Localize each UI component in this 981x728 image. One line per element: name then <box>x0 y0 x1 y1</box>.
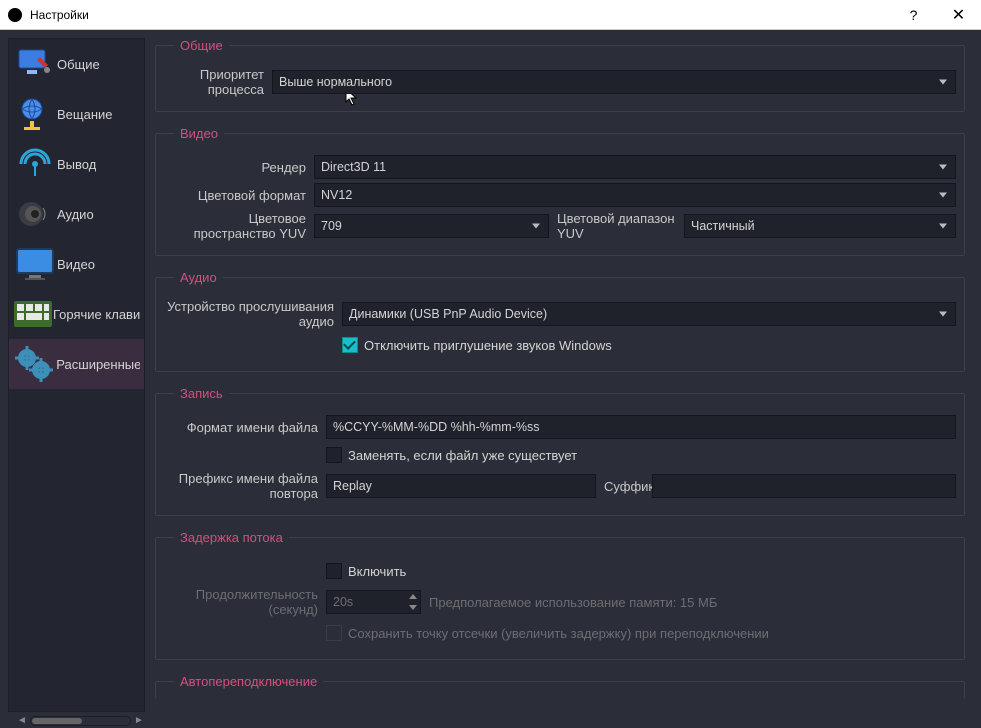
sidebar-item-label: Вещание <box>57 107 113 122</box>
audio-device-label: Устройство прослушивания аудио <box>164 299 342 329</box>
replay-suffix-input[interactable] <box>652 474 956 498</box>
colorformat-label: Цветовой формат <box>164 188 314 203</box>
replay-suffix-label: Суффикс <box>596 479 652 494</box>
renderer-label: Рендер <box>164 160 314 175</box>
help-button[interactable]: ? <box>891 0 936 30</box>
group-stream-delay: Задержка потока Включить Продолжительнос… <box>155 530 965 660</box>
delay-enable-checkbox[interactable]: Включить <box>326 563 956 579</box>
group-autoreconnect: Автопереподключение <box>155 674 965 699</box>
keyboard-icon <box>13 292 53 336</box>
group-legend: Общие <box>174 38 229 53</box>
sidebar-hscrollbar[interactable]: ◄ ► <box>8 714 145 728</box>
replay-prefix-input[interactable] <box>326 474 596 498</box>
delay-preserve-checkbox: Сохранить точку отсечки (увеличить задер… <box>326 625 956 641</box>
sidebar-item-general[interactable]: Общие <box>9 39 144 89</box>
sidebar-item-video[interactable]: Видео <box>9 239 144 289</box>
scroll-left-icon[interactable]: ◄ <box>16 715 28 727</box>
globe-icon <box>13 92 57 136</box>
colorspace-select[interactable]: 709 <box>314 214 549 238</box>
content-pane: Общие Приоритет процесса Выше нормальног… <box>145 30 981 728</box>
monitor-wrench-icon <box>13 42 57 86</box>
sidebar-item-stream[interactable]: Вещание <box>9 89 144 139</box>
group-video: Видео Рендер Direct3D 11 Цветовой формат… <box>155 126 965 256</box>
disable-ducking-checkbox[interactable]: Отключить приглушение звуков Windows <box>342 337 956 353</box>
audio-device-select[interactable]: Динамики (USB PnP Audio Device) <box>342 302 956 326</box>
replay-prefix-label: Префикс имени файла повтора <box>164 471 326 501</box>
delay-duration-label: Продолжительность (секунд) <box>164 587 326 617</box>
overwrite-checkbox[interactable]: Заменять, если файл уже существует <box>326 447 956 463</box>
sidebar-item-label: Общие <box>57 57 100 72</box>
group-legend: Задержка потока <box>174 530 289 545</box>
window-title: Настройки <box>30 8 891 22</box>
monitor-icon <box>13 242 57 286</box>
group-general: Общие Приоритет процесса Выше нормальног… <box>155 38 965 112</box>
checkbox-icon <box>342 337 358 353</box>
priority-select[interactable]: Выше нормального <box>272 70 956 94</box>
checkbox-icon <box>326 447 342 463</box>
group-legend: Запись <box>174 386 229 401</box>
delay-memory-label: Предполагаемое использование памяти: 15 … <box>421 595 956 610</box>
gears-icon <box>13 342 56 386</box>
sidebar-item-label: Аудио <box>57 207 94 222</box>
colorspace-label: Цветовое пространство YUV <box>164 211 314 241</box>
sidebar: Общие Вещание Вывод Аудио <box>0 30 145 728</box>
sidebar-item-label: Горячие клавиши <box>53 307 140 322</box>
colorrange-select[interactable]: Частичный <box>684 214 956 238</box>
sidebar-item-output[interactable]: Вывод <box>9 139 144 189</box>
checkbox-label: Включить <box>348 564 406 579</box>
colorformat-select[interactable]: NV12 <box>314 183 956 207</box>
group-legend: Автопереподключение <box>174 674 323 689</box>
checkbox-label: Отключить приглушение звуков Windows <box>364 338 612 353</box>
close-button[interactable]: ✕ <box>936 0 981 30</box>
checkbox-icon <box>326 625 342 641</box>
group-recording: Запись Формат имени файла Заменять, если… <box>155 386 965 516</box>
filename-format-label: Формат имени файла <box>164 420 326 435</box>
sidebar-item-advanced[interactable]: Расширенные <box>9 339 144 389</box>
group-audio: Аудио Устройство прослушивания аудио Дин… <box>155 270 965 372</box>
colorrange-label: Цветовой диапазон YUV <box>549 211 684 241</box>
sidebar-item-audio[interactable]: Аудио <box>9 189 144 239</box>
sidebar-item-hotkeys[interactable]: Горячие клавиши <box>9 289 144 339</box>
renderer-select[interactable]: Direct3D 11 <box>314 155 956 179</box>
speaker-icon <box>13 192 57 236</box>
group-legend: Аудио <box>174 270 223 285</box>
app-icon <box>8 8 22 22</box>
delay-duration-spinbox: 20s <box>326 590 421 614</box>
checkbox-icon <box>326 563 342 579</box>
priority-label: Приоритет процесса <box>164 67 272 97</box>
broadcast-icon <box>13 142 57 186</box>
checkbox-label: Заменять, если файл уже существует <box>348 448 577 463</box>
sidebar-item-label: Вывод <box>57 157 96 172</box>
titlebar: Настройки ? ✕ <box>0 0 981 30</box>
scroll-right-icon[interactable]: ► <box>133 715 145 727</box>
sidebar-item-label: Видео <box>57 257 95 272</box>
checkbox-label: Сохранить точку отсечки (увеличить задер… <box>348 626 769 641</box>
filename-format-input[interactable] <box>326 415 956 439</box>
sidebar-item-label: Расширенные <box>56 357 140 372</box>
group-legend: Видео <box>174 126 224 141</box>
